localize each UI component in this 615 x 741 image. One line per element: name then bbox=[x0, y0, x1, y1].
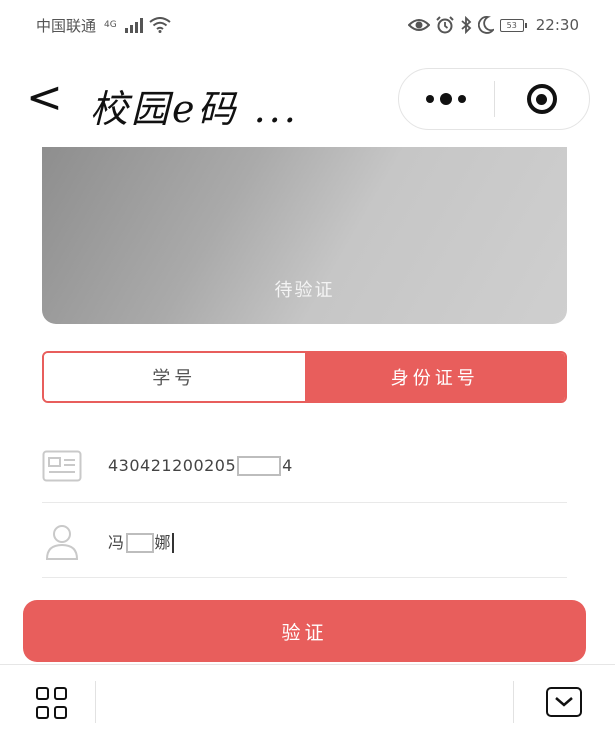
close-mini-program-button[interactable] bbox=[495, 69, 590, 129]
mini-program-capsule bbox=[398, 68, 590, 130]
card-status-text: 待验证 bbox=[274, 280, 335, 301]
code-card: 待验证 bbox=[42, 147, 567, 324]
grid-icon[interactable] bbox=[36, 687, 68, 719]
more-dots-icon[interactable] bbox=[399, 69, 494, 129]
name-field[interactable]: 冯娜 bbox=[108, 529, 174, 554]
toolbar-divider bbox=[513, 681, 514, 723]
verify-button[interactable]: 验证 bbox=[23, 600, 586, 662]
status-left: 中国联通 4G bbox=[36, 15, 171, 36]
redaction-box bbox=[125, 533, 154, 554]
id-number-prefix: 430421200205 bbox=[108, 455, 237, 475]
tab-student-id[interactable]: 学号 bbox=[44, 353, 305, 401]
user-icon bbox=[42, 521, 106, 561]
eye-icon bbox=[407, 19, 430, 31]
wifi-icon bbox=[149, 17, 171, 33]
name-row: 冯娜 bbox=[42, 505, 567, 578]
verification-tabs: 学号 身份证号 bbox=[42, 351, 567, 403]
target-icon bbox=[526, 84, 557, 114]
id-number-suffix: 4 bbox=[282, 455, 293, 475]
text-caret bbox=[172, 533, 174, 554]
network-type: 4G bbox=[104, 20, 117, 30]
battery-icon: 53 bbox=[499, 18, 527, 32]
id-number-field[interactable]: 430421200205 4 bbox=[108, 456, 293, 477]
nav-bar: < 校园e码 ... bbox=[0, 60, 615, 140]
battery-level: 53 bbox=[506, 20, 517, 30]
status-right: 53 22:30 bbox=[407, 16, 579, 34]
id-card-icon bbox=[42, 450, 106, 482]
bottom-toolbar bbox=[0, 664, 615, 741]
bluetooth-icon bbox=[461, 16, 472, 34]
clock-time: 22:30 bbox=[535, 16, 579, 34]
collapse-icon[interactable] bbox=[546, 687, 582, 717]
alarm-icon bbox=[436, 16, 454, 34]
moon-icon bbox=[477, 16, 494, 34]
name-prefix: 冯 bbox=[108, 532, 125, 552]
carrier-name: 中国联通 bbox=[36, 16, 97, 35]
name-suffix: 娜 bbox=[154, 532, 172, 552]
tab-id-card-number[interactable]: 身份证号 bbox=[304, 353, 565, 401]
status-bar: 中国联通 4G 53 22:30 bbox=[0, 0, 615, 50]
toolbar-divider bbox=[95, 681, 96, 723]
signal-icon bbox=[124, 17, 143, 33]
page-title: 校园e码 ... bbox=[90, 87, 299, 131]
back-button[interactable]: < bbox=[26, 76, 63, 120]
redaction-box bbox=[237, 456, 282, 477]
id-number-row: 430421200205 4 bbox=[42, 430, 567, 503]
